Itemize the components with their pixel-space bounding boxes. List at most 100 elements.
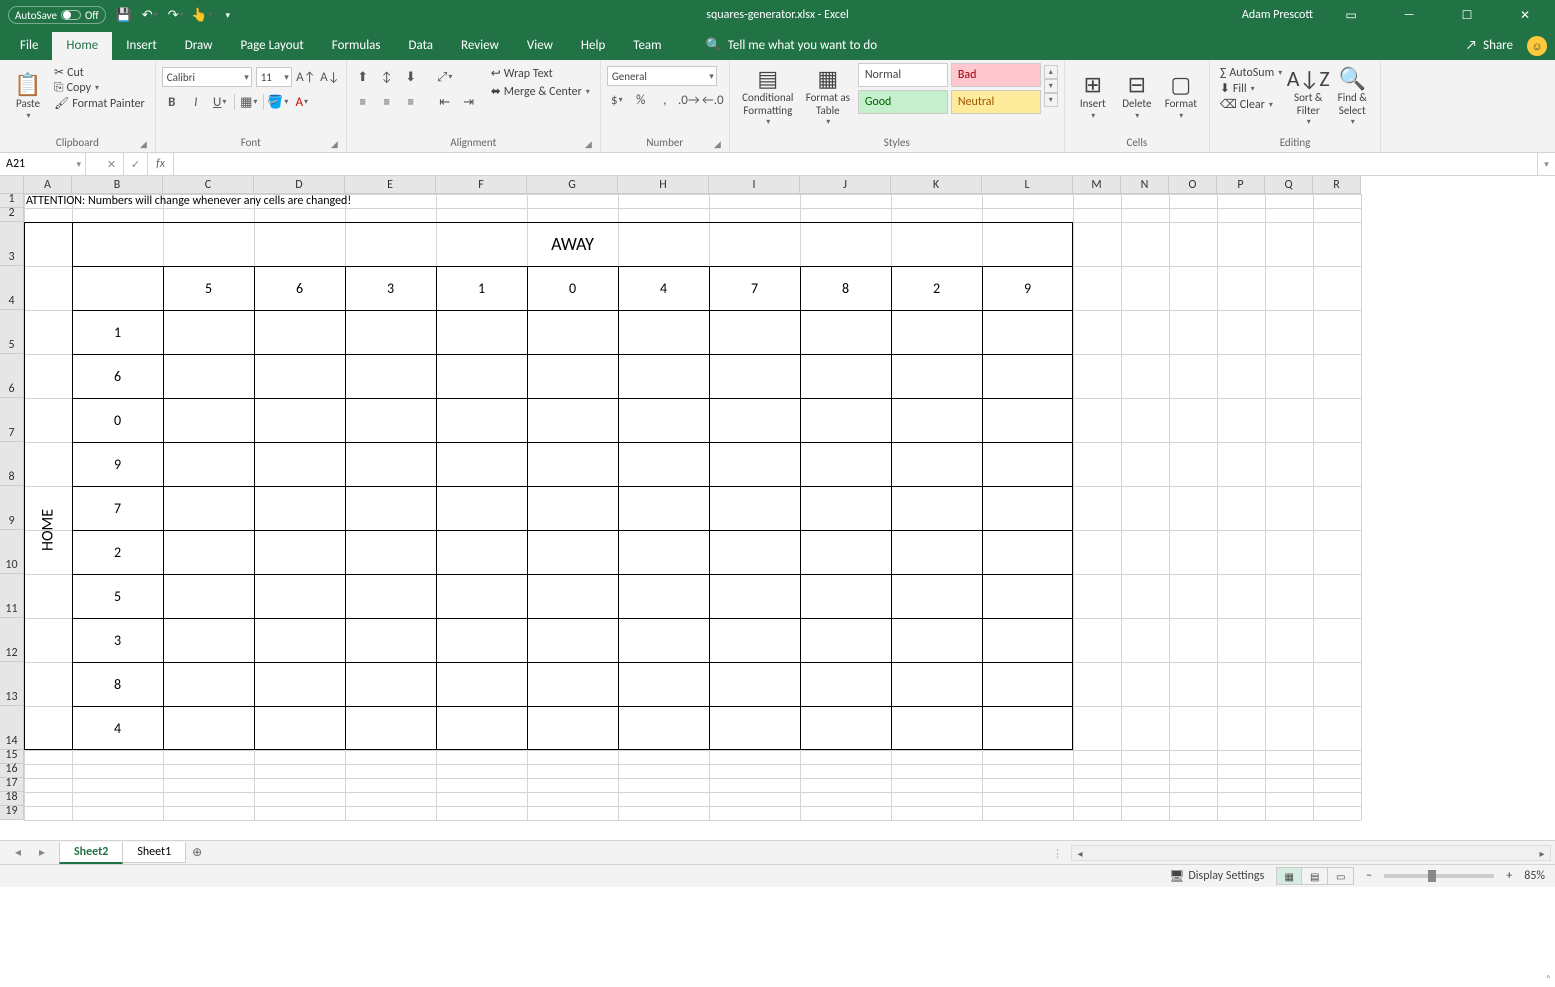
style-good[interactable]: Good xyxy=(858,90,948,114)
alignment-launcher-icon[interactable]: ◢ xyxy=(585,139,592,150)
tab-home[interactable]: Home xyxy=(52,32,112,60)
fill-color-icon[interactable]: 🪣▾ xyxy=(268,92,288,112)
row-header-8[interactable]: 8 xyxy=(0,442,24,486)
fill-button[interactable]: ⬇Fill▾ xyxy=(1216,81,1286,96)
copy-button[interactable]: ⎘Copy▾ xyxy=(50,81,149,95)
zoom-out-icon[interactable]: − xyxy=(1366,869,1372,883)
paste-button[interactable]: 📋 Paste ▾ xyxy=(6,63,50,129)
zoom-in-icon[interactable]: + xyxy=(1506,869,1512,883)
save-icon[interactable]: 💾 xyxy=(116,7,132,23)
format-as-table-button[interactable]: ▦ Format as Table▾ xyxy=(800,63,856,129)
font-size-select[interactable]: 11 xyxy=(256,67,292,87)
enter-formula-icon[interactable]: ✓ xyxy=(124,153,148,175)
increase-decimal-icon[interactable]: .0→ xyxy=(679,90,699,110)
tab-data[interactable]: Data xyxy=(395,32,448,60)
name-box[interactable]: A21 xyxy=(0,153,86,175)
column-header-K[interactable]: K xyxy=(891,176,982,194)
formula-input[interactable] xyxy=(174,153,1537,175)
row-header-7[interactable]: 7 xyxy=(0,398,24,442)
column-header-Q[interactable]: Q xyxy=(1265,176,1313,194)
zoom-level[interactable]: 85% xyxy=(1524,869,1545,883)
tab-draw[interactable]: Draw xyxy=(171,32,227,60)
collapse-ribbon-icon[interactable]: ˄ xyxy=(1546,972,1551,985)
row-header-19[interactable]: 19 xyxy=(0,806,24,820)
minimize-icon[interactable]: — xyxy=(1389,0,1429,30)
tab-help[interactable]: Help xyxy=(567,32,619,60)
column-header-M[interactable]: M xyxy=(1073,176,1121,194)
undo-icon[interactable]: ↶▾ xyxy=(142,7,158,23)
column-header-J[interactable]: J xyxy=(800,176,891,194)
clear-button[interactable]: ⌫Clear▾ xyxy=(1216,97,1286,112)
font-color-icon[interactable]: A▾ xyxy=(292,92,312,112)
font-launcher-icon[interactable]: ◢ xyxy=(331,139,338,150)
column-header-A[interactable]: A xyxy=(24,176,72,194)
gallery-up-icon[interactable]: ▴ xyxy=(1044,65,1058,79)
row-header-6[interactable]: 6 xyxy=(0,354,24,398)
horizontal-scrollbar[interactable]: ◂ ▸ xyxy=(1071,845,1551,861)
bold-icon[interactable]: B xyxy=(162,92,182,112)
tab-formulas[interactable]: Formulas xyxy=(318,32,395,60)
display-settings-button[interactable]: 🖥Display Settings xyxy=(1169,869,1264,884)
page-layout-view-icon[interactable]: ▤ xyxy=(1302,867,1328,885)
tell-me-search[interactable]: 🔍 Tell me what you want to do xyxy=(706,38,878,60)
row-header-3[interactable]: 3 xyxy=(0,222,24,266)
borders-icon[interactable]: ▦▾ xyxy=(239,92,259,112)
shrink-font-icon[interactable]: A↓ xyxy=(320,67,340,87)
row-header-13[interactable]: 13 xyxy=(0,662,24,706)
tab-view[interactable]: View xyxy=(513,32,567,60)
touch-mode-icon[interactable]: 👆▾ xyxy=(194,7,210,23)
autosave-toggle[interactable]: AutoSave Off xyxy=(8,6,106,24)
normal-view-icon[interactable]: ▦ xyxy=(1276,867,1302,885)
tab-page-layout[interactable]: Page Layout xyxy=(226,32,317,60)
column-header-I[interactable]: I xyxy=(709,176,800,194)
cut-button[interactable]: ✂Cut xyxy=(50,65,149,80)
percent-icon[interactable]: % xyxy=(631,90,651,110)
align-middle-icon[interactable]: ↕ xyxy=(377,67,397,87)
column-header-H[interactable]: H xyxy=(618,176,709,194)
gallery-more-icon[interactable]: ▾ xyxy=(1044,93,1058,107)
column-header-P[interactable]: P xyxy=(1217,176,1265,194)
column-header-L[interactable]: L xyxy=(982,176,1073,194)
column-header-F[interactable]: F xyxy=(436,176,527,194)
user-name[interactable]: Adam Prescott xyxy=(1242,8,1313,22)
decrease-decimal-icon[interactable]: ←.0 xyxy=(703,90,723,110)
sheet-tab-sheet1[interactable]: Sheet1 xyxy=(122,842,186,863)
column-header-B[interactable]: B xyxy=(72,176,163,194)
tab-insert[interactable]: Insert xyxy=(112,32,171,60)
sheet-nav-next-icon[interactable]: ▸ xyxy=(39,845,45,860)
clipboard-launcher-icon[interactable]: ◢ xyxy=(140,139,147,150)
row-header-10[interactable]: 10 xyxy=(0,530,24,574)
tab-team[interactable]: Team xyxy=(619,32,675,60)
format-cells-button[interactable]: ▢Format▾ xyxy=(1159,63,1203,129)
column-header-C[interactable]: C xyxy=(163,176,254,194)
row-header-5[interactable]: 5 xyxy=(0,310,24,354)
row-header-2[interactable]: 2 xyxy=(0,208,24,222)
column-header-R[interactable]: R xyxy=(1313,176,1361,194)
row-header-11[interactable]: 11 xyxy=(0,574,24,618)
align-center-icon[interactable]: ≡ xyxy=(377,92,397,112)
format-painter-button[interactable]: 🖌Format Painter xyxy=(50,96,149,111)
redo-icon[interactable]: ↷▾ xyxy=(168,7,184,23)
sort-filter-button[interactable]: A↓ZSort & Filter▾ xyxy=(1286,63,1330,129)
new-sheet-icon[interactable]: ⊕ xyxy=(186,845,208,860)
maximize-icon[interactable]: ☐ xyxy=(1447,0,1487,30)
align-left-icon[interactable]: ≡ xyxy=(353,92,373,112)
gallery-down-icon[interactable]: ▾ xyxy=(1044,79,1058,93)
column-header-O[interactable]: O xyxy=(1169,176,1217,194)
row-header-14[interactable]: 14 xyxy=(0,706,24,750)
row-header-4[interactable]: 4 xyxy=(0,266,24,310)
italic-icon[interactable]: I xyxy=(186,92,206,112)
grow-font-icon[interactable]: A↑ xyxy=(296,67,316,87)
tab-review[interactable]: Review xyxy=(447,32,513,60)
align-bottom-icon[interactable]: ⬇ xyxy=(401,67,421,87)
column-header-N[interactable]: N xyxy=(1121,176,1169,194)
comma-icon[interactable]: , xyxy=(655,90,675,110)
wrap-text-button[interactable]: ↩Wrap Text xyxy=(487,66,594,81)
indent-increase-icon[interactable]: ⇥ xyxy=(459,92,479,112)
orientation-icon[interactable]: ⤢▾ xyxy=(435,67,455,87)
align-top-icon[interactable]: ⬆ xyxy=(353,67,373,87)
indent-decrease-icon[interactable]: ⇤ xyxy=(435,92,455,112)
accounting-icon[interactable]: $▾ xyxy=(607,90,627,110)
row-header-9[interactable]: 9 xyxy=(0,486,24,530)
font-name-select[interactable]: Calibri xyxy=(162,67,252,87)
